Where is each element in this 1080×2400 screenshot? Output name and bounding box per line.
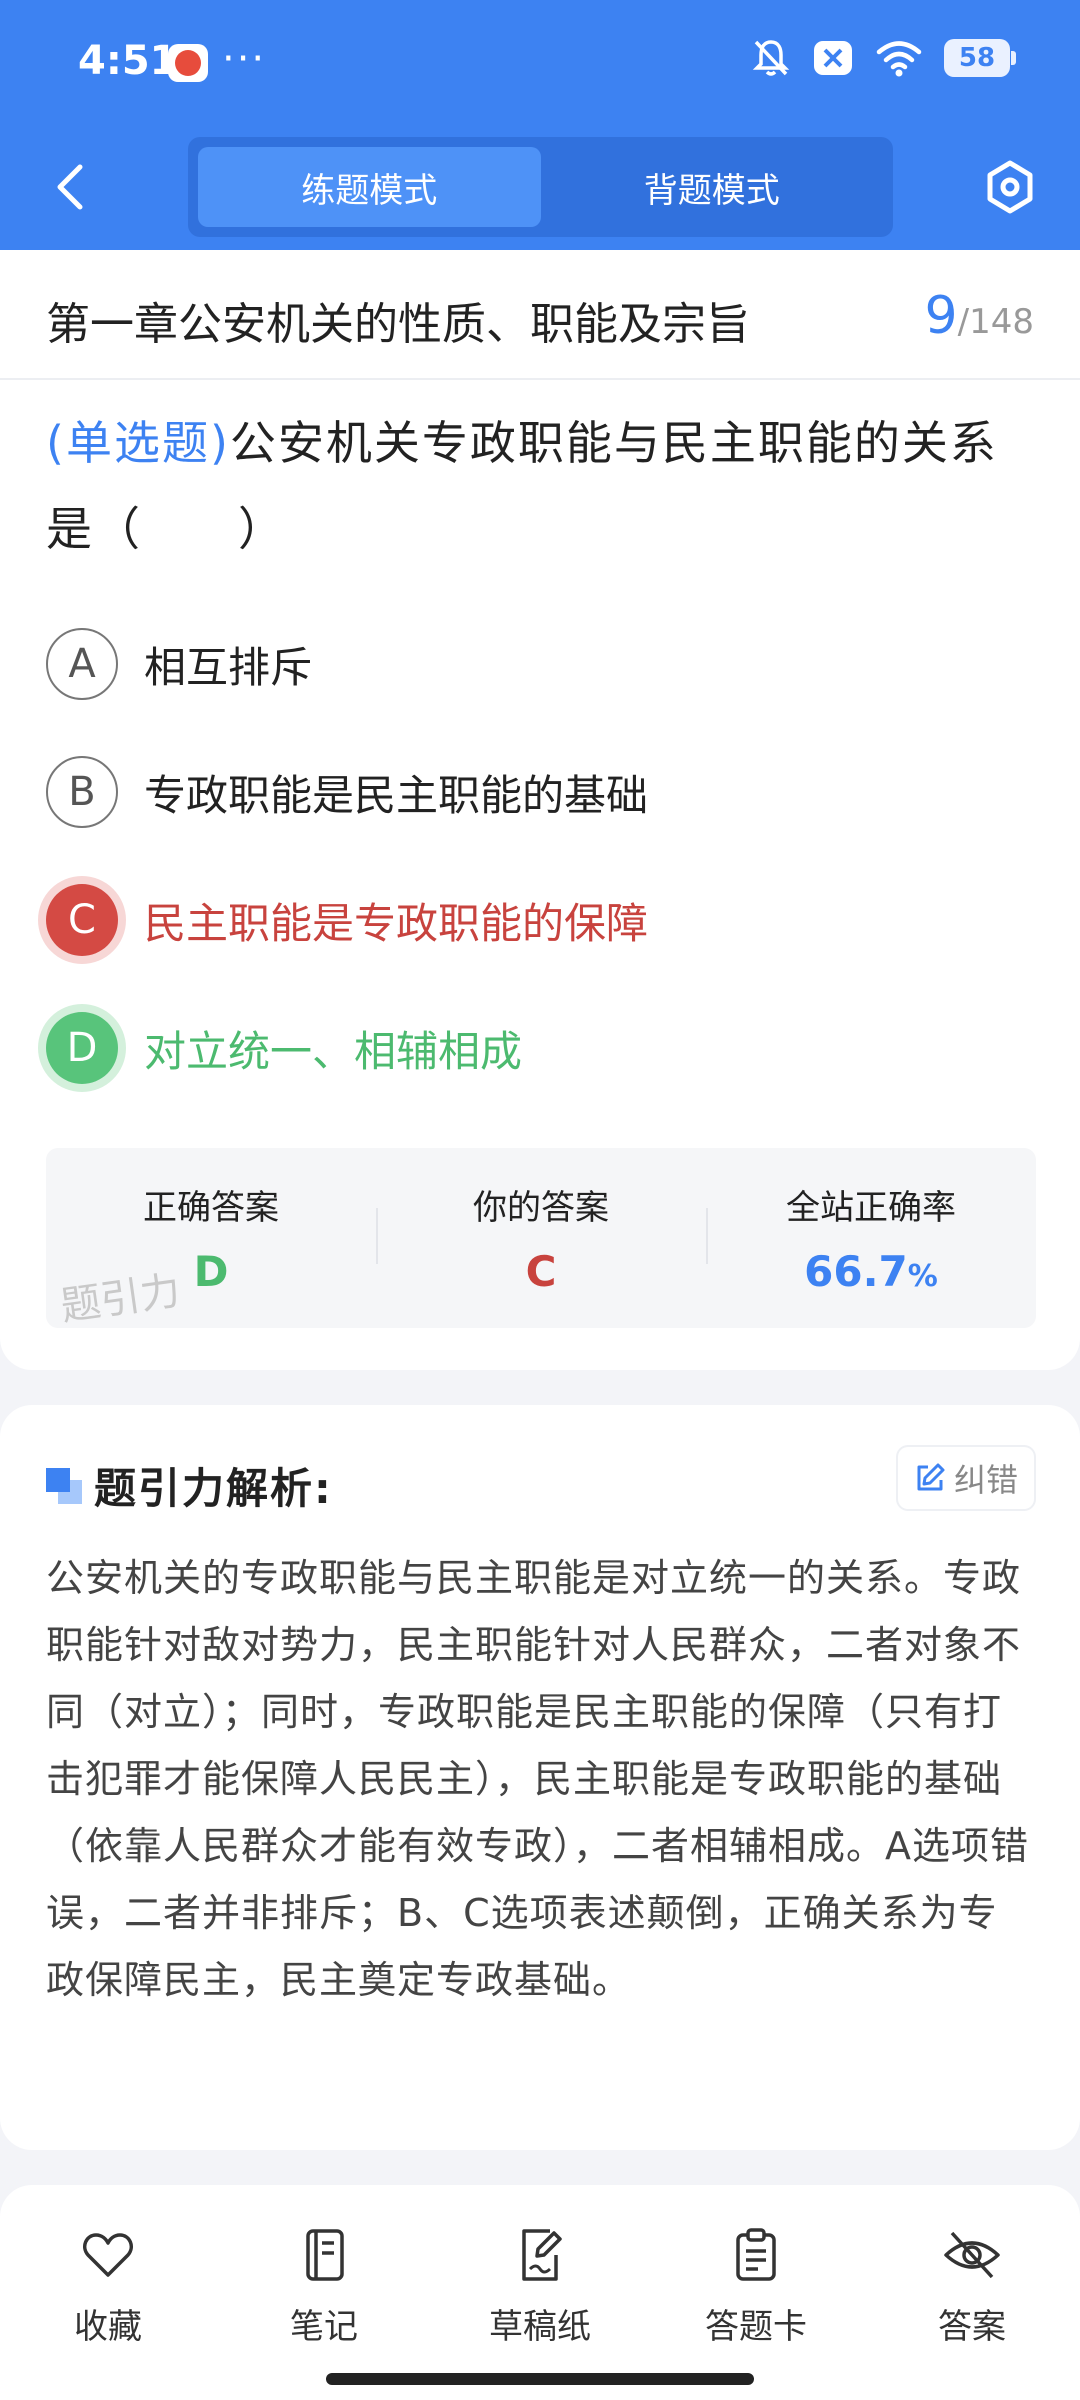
scratchpad-label: 草稿纸 bbox=[489, 2307, 591, 2347]
question-stem: (单选题)公安机关专政职能与民主职能的关系是（ ） bbox=[46, 400, 1036, 572]
option-c-selected-wrong[interactable]: C 民主职能是专政职能的保障 bbox=[46, 884, 648, 956]
option-letter: C bbox=[46, 884, 118, 956]
option-text: 对立统一、相辅相成 bbox=[144, 1026, 523, 1076]
option-letter: D bbox=[46, 1012, 118, 1084]
app-notification-icon bbox=[168, 44, 208, 82]
wifi-icon bbox=[876, 41, 922, 77]
sim-x-icon bbox=[814, 41, 852, 75]
more-notifications-icon: ··· bbox=[222, 36, 267, 82]
tab-memorize-mode[interactable]: 背题模式 bbox=[541, 147, 884, 227]
option-letter: A bbox=[46, 628, 118, 700]
accuracy-col: 全站正确率 66.7% bbox=[706, 1148, 1036, 1328]
scratchpad-button[interactable]: 草稿纸 bbox=[432, 2225, 648, 2348]
home-indicator[interactable] bbox=[326, 2373, 754, 2385]
status-bar: 4:51 ··· 58 bbox=[0, 0, 1080, 125]
mute-bell-icon bbox=[752, 40, 790, 76]
your-answer-value: C bbox=[525, 1247, 557, 1296]
nav-bar: 练题模式 背题模式 bbox=[0, 125, 1080, 250]
clipboard-icon bbox=[736, 2228, 776, 2281]
report-error-label: 纠错 bbox=[953, 1461, 1018, 1499]
status-time: 4:51 bbox=[78, 38, 178, 84]
option-b[interactable]: B 专政职能是民主职能的基础 bbox=[46, 756, 648, 828]
chapter-title: 第一章公安机关的性质、职能及宗旨 bbox=[46, 299, 750, 350]
tab-practice-mode[interactable]: 练题模式 bbox=[198, 147, 541, 227]
question-counter[interactable]: 9/148 bbox=[925, 286, 1034, 346]
analysis-title: 题引力解析: bbox=[94, 1464, 333, 1513]
edit-icon bbox=[917, 1463, 945, 1491]
option-letter: B bbox=[46, 756, 118, 828]
answer-sheet-button[interactable]: 答题卡 bbox=[648, 2225, 864, 2348]
notebook-icon bbox=[306, 2229, 344, 2281]
your-answer-col: 你的答案 C bbox=[376, 1148, 706, 1328]
analysis-text: 公安机关的专政职能与民主职能是对立统一的关系。专政职能针对敌对势力，民主职能针对… bbox=[46, 1556, 1029, 2002]
accuracy-number: 66.7 bbox=[804, 1247, 908, 1296]
analysis-card: 题引力解析: 纠错 公安机关的专政职能与民主职能是对立统一的关系。专政职能针对敌… bbox=[0, 1405, 1080, 2150]
question-type: (单选题) bbox=[46, 416, 230, 470]
toggle-answer-label: 答案 bbox=[938, 2307, 1006, 2347]
option-text: 民主职能是专政职能的保障 bbox=[144, 898, 649, 948]
correct-answer-label: 正确答案 bbox=[143, 1188, 279, 1228]
answer-summary: 正确答案 D 题引力 你的答案 C 全站正确率 66.7% bbox=[46, 1148, 1036, 1330]
toggle-answer-button[interactable]: 答案 bbox=[864, 2225, 1080, 2348]
favorite-button[interactable]: 收藏 bbox=[0, 2225, 216, 2348]
your-answer-label: 你的答案 bbox=[473, 1188, 609, 1228]
answer-sheet-label: 答题卡 bbox=[705, 2307, 807, 2347]
accuracy-unit: % bbox=[907, 1259, 938, 1294]
draft-paper-icon bbox=[522, 2229, 562, 2281]
heart-icon bbox=[83, 2233, 133, 2277]
option-d-correct[interactable]: D 对立统一、相辅相成 bbox=[46, 1012, 522, 1084]
correct-answer-col: 正确答案 D 题引力 bbox=[46, 1148, 376, 1330]
favorite-label: 收藏 bbox=[74, 2307, 142, 2347]
header: 4:51 ··· 58 练题模式 背题模式 bbox=[0, 0, 1080, 250]
chapter-row: 第一章公安机关的性质、职能及宗旨 9/148 bbox=[0, 250, 1080, 380]
back-arrow-icon[interactable] bbox=[46, 157, 96, 217]
option-text: 专政职能是民主职能的基础 bbox=[144, 770, 649, 820]
battery-icon: 58 bbox=[944, 39, 1016, 77]
accuracy-label: 全站正确率 bbox=[786, 1188, 956, 1228]
notes-label: 笔记 bbox=[290, 2307, 358, 2347]
notes-button[interactable]: 笔记 bbox=[216, 2225, 432, 2348]
report-error-button[interactable]: 纠错 bbox=[898, 1447, 1034, 1509]
mode-switch: 练题模式 背题模式 bbox=[188, 137, 893, 237]
total-question-count: /148 bbox=[957, 302, 1034, 342]
settings-hex-icon[interactable] bbox=[980, 157, 1040, 217]
question-card: 第一章公安机关的性质、职能及宗旨 9/148 (单选题)公安机关专政职能与民主职… bbox=[0, 250, 1080, 1370]
eye-off-icon bbox=[944, 2231, 1000, 2279]
current-question-number: 9 bbox=[924, 286, 958, 346]
accuracy-value: 66.7% bbox=[706, 1247, 1036, 1296]
bottom-toolbar: 收藏 笔记 草稿纸 答题卡 答案 bbox=[0, 2185, 1080, 2400]
option-a[interactable]: A 相互排斥 bbox=[46, 628, 312, 700]
analysis-squares-icon bbox=[46, 1467, 82, 1504]
option-text: 相互排斥 bbox=[144, 642, 313, 692]
